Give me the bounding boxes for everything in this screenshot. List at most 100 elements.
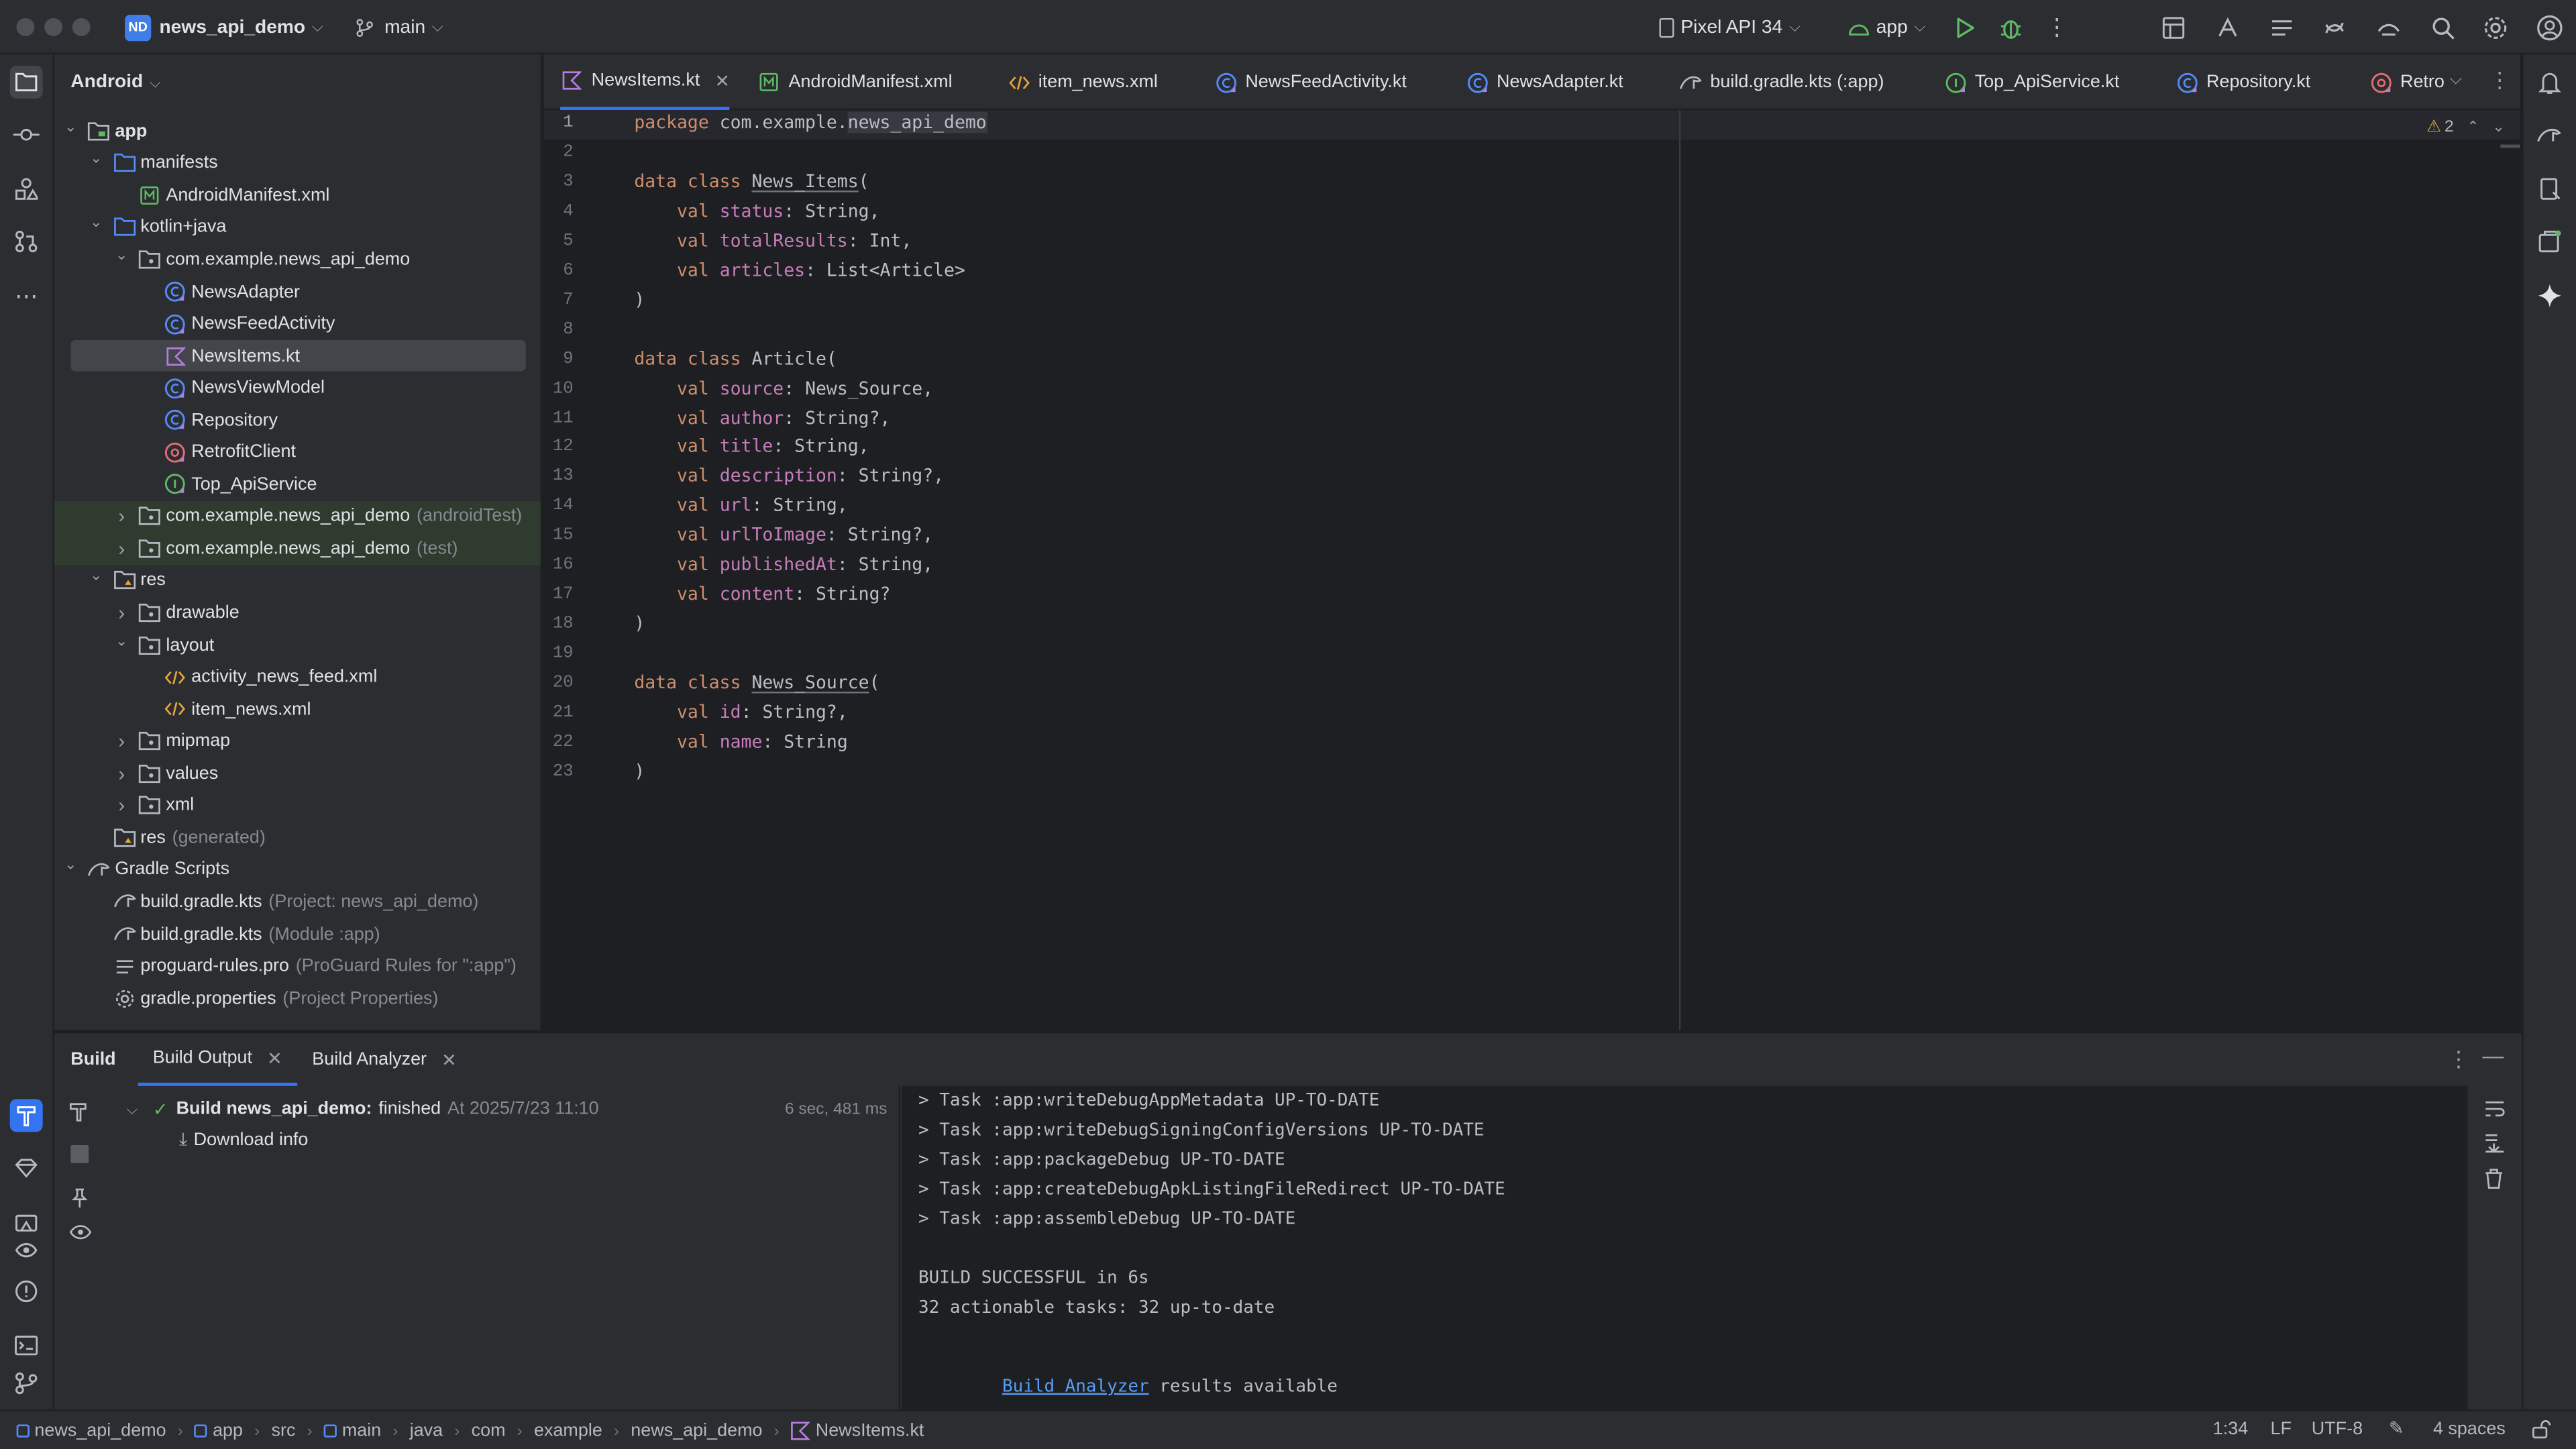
chevron-right-icon[interactable]: › (112, 505, 131, 528)
editor-tab[interactable]: NewsAdapter.kt (1466, 54, 1623, 110)
caret-position[interactable]: 1:34 (2213, 1419, 2248, 1439)
notifications-icon[interactable] (2533, 66, 2566, 99)
editor-tab[interactable]: build.gradle.kts (:app) (1679, 54, 1884, 110)
clear-all-icon[interactable] (2484, 1168, 2504, 1189)
tree-item[interactable]: ⌄ layout (54, 629, 541, 661)
tree-item[interactable]: ⌄ res (54, 565, 541, 597)
breadcrumb-item[interactable]: main (324, 1421, 381, 1441)
close-icon[interactable]: ✕ (441, 1049, 457, 1070)
tree-item[interactable]: NewsViewModel (54, 372, 541, 404)
tree-item[interactable]: build.gradle.kts (Module :app) (54, 918, 541, 950)
build-analyzer-link[interactable]: Build Analyzer (1002, 1377, 1149, 1396)
breadcrumb-item[interactable]: com (472, 1421, 506, 1440)
tree-item[interactable]: ⌄ app (54, 115, 541, 147)
stop-build-icon[interactable] (70, 1144, 89, 1163)
tree-item[interactable]: Top_ApiService (54, 468, 541, 500)
profiler-icon[interactable] (2267, 13, 2297, 43)
lock-icon[interactable] (2532, 1419, 2551, 1439)
editor-tab[interactable]: Repository.kt (2175, 54, 2310, 110)
chevron-right-icon[interactable]: › (112, 601, 131, 624)
pull-requests-icon[interactable] (10, 225, 43, 258)
tree-item[interactable]: activity_news_feed.xml (54, 661, 541, 693)
device-explorer-icon[interactable] (2533, 172, 2566, 205)
tree-item[interactable]: Repository (54, 404, 541, 436)
editor-tab[interactable]: Top_ApiService.kt (1943, 54, 2119, 110)
version-control-icon[interactable] (10, 1367, 43, 1400)
tree-item[interactable]: build.gradle.kts (Project: news_api_demo) (54, 885, 541, 918)
tree-item[interactable]: › xml (54, 790, 541, 822)
window-zoom-button[interactable] (72, 17, 91, 36)
layout-inspector-icon[interactable] (2159, 13, 2188, 43)
tree-item[interactable]: › mipmap (54, 725, 541, 757)
view-tool-icon[interactable] (10, 1234, 43, 1267)
tree-item[interactable]: proguard-rules.pro (ProGuard Rules for ":… (54, 950, 541, 982)
gemini-icon[interactable] (2533, 279, 2566, 312)
tree-item[interactable]: RetrofitClient (54, 436, 541, 468)
scroll-to-end-icon[interactable] (2484, 1134, 2506, 1153)
build-console[interactable]: > Task :app:writeDebugAppMetadata UP-TO-… (902, 1085, 2468, 1411)
window-close-button[interactable] (16, 17, 35, 36)
breadcrumb-item[interactable]: app (195, 1421, 243, 1441)
more-actions-icon[interactable]: ⋮ (2042, 13, 2072, 43)
device-manager-icon[interactable] (2374, 13, 2404, 43)
tab-list-chevron-icon[interactable]: ⌵ (2449, 70, 2462, 89)
account-icon[interactable] (2535, 13, 2565, 43)
build-tool-icon[interactable] (9, 1099, 43, 1132)
pin-icon[interactable] (70, 1188, 89, 1208)
tree-item[interactable]: item_news.xml (54, 693, 541, 725)
problems-icon[interactable] (10, 1275, 43, 1307)
panel-options-icon[interactable]: ⋮ (2448, 1046, 2469, 1073)
inspection-widget[interactable]: ⚠ 2 ⌃ ⌄ (2426, 115, 2505, 138)
branch-selector[interactable]: main ⌵ (354, 13, 443, 42)
chevron-down-icon[interactable]: ⌄ (61, 857, 80, 875)
tree-item[interactable]: › values (54, 757, 541, 790)
breadcrumb-item[interactable]: NewsItems.kt (791, 1421, 924, 1441)
tree-item[interactable]: › com.example.news_api_demo (test) (54, 532, 541, 565)
run-icon[interactable] (1950, 13, 1980, 43)
tree-item[interactable]: NewsItems.kt (70, 339, 526, 372)
device-selector[interactable]: Pixel API 34 ⌵ (1656, 13, 1801, 42)
breadcrumb-item[interactable]: news_api_demo (631, 1421, 762, 1440)
gradle-tool-icon[interactable] (2533, 118, 2566, 151)
chevron-down-icon[interactable]: ⌄ (112, 632, 131, 650)
tab-build-output[interactable]: Build Output ✕ (138, 1033, 297, 1086)
project-view-selector[interactable]: Android ⌵ (70, 69, 160, 95)
tree-item[interactable]: ⌄ Gradle Scripts (54, 854, 541, 886)
settings-icon[interactable] (2481, 13, 2510, 43)
download-info-row[interactable]: ⤓ Download info (179, 1126, 308, 1155)
gemini-gem-icon[interactable] (10, 1152, 43, 1185)
line-separator[interactable]: LF (2271, 1419, 2292, 1439)
code-editor[interactable]: 1 2 3 4 5 6 7 8 9 10 11 12 13 14 15 16 17 18 19 20 21 22 23 pa… (543, 110, 2520, 1030)
project-tool-icon[interactable] (9, 65, 43, 99)
editor-tab[interactable]: AndroidManifest.xml (757, 54, 953, 110)
tab-more-icon[interactable]: ⋮ (2489, 67, 2510, 93)
tree-item[interactable]: NewsFeedActivity (54, 308, 541, 340)
build-result-row[interactable]: ⌵ ✓ Build news_api_demo: finished At 202… (127, 1094, 888, 1124)
sync-gradle-icon[interactable] (2320, 13, 2349, 43)
breadcrumb-item[interactable]: java (410, 1421, 443, 1440)
apply-changes-icon[interactable] (2213, 13, 2243, 43)
run-config-selector[interactable]: app ⌵ (1847, 13, 1925, 42)
editor-tab[interactable]: NewsFeedActivity.kt (1214, 54, 1407, 110)
tab-build-analyzer[interactable]: Build Analyzer ✕ (312, 1033, 456, 1085)
indent-setting[interactable]: 4 spaces (2433, 1419, 2506, 1439)
tree-item[interactable]: NewsAdapter (54, 276, 541, 308)
close-icon[interactable]: ✕ (714, 70, 730, 91)
close-icon[interactable]: ✕ (267, 1047, 282, 1069)
file-encoding[interactable]: UTF-8 (2312, 1419, 2363, 1439)
more-tools-icon[interactable]: ⋯ (10, 279, 43, 312)
tree-item[interactable]: ⌄ manifests (54, 147, 541, 179)
commit-tool-icon[interactable] (10, 118, 43, 151)
breadcrumb-item[interactable]: news_api_demo (16, 1421, 166, 1441)
tree-item[interactable]: › drawable (54, 597, 541, 629)
chevron-down-icon[interactable]: ⌄ (87, 568, 106, 586)
debug-icon[interactable] (1996, 13, 2026, 43)
tree-item[interactable]: AndroidManifest.xml (54, 179, 541, 211)
chevron-right-icon[interactable]: › (112, 730, 131, 753)
tree-item[interactable]: gradle.properties (Project Properties) (54, 982, 541, 1014)
breadcrumb-item[interactable]: example (534, 1421, 602, 1440)
breadcrumb-item[interactable]: src (272, 1421, 296, 1440)
tree-item[interactable]: › com.example.news_api_demo (androidTest) (54, 500, 541, 533)
chevron-down-icon[interactable]: ⌄ (87, 214, 106, 232)
view-icon[interactable] (69, 1224, 92, 1244)
